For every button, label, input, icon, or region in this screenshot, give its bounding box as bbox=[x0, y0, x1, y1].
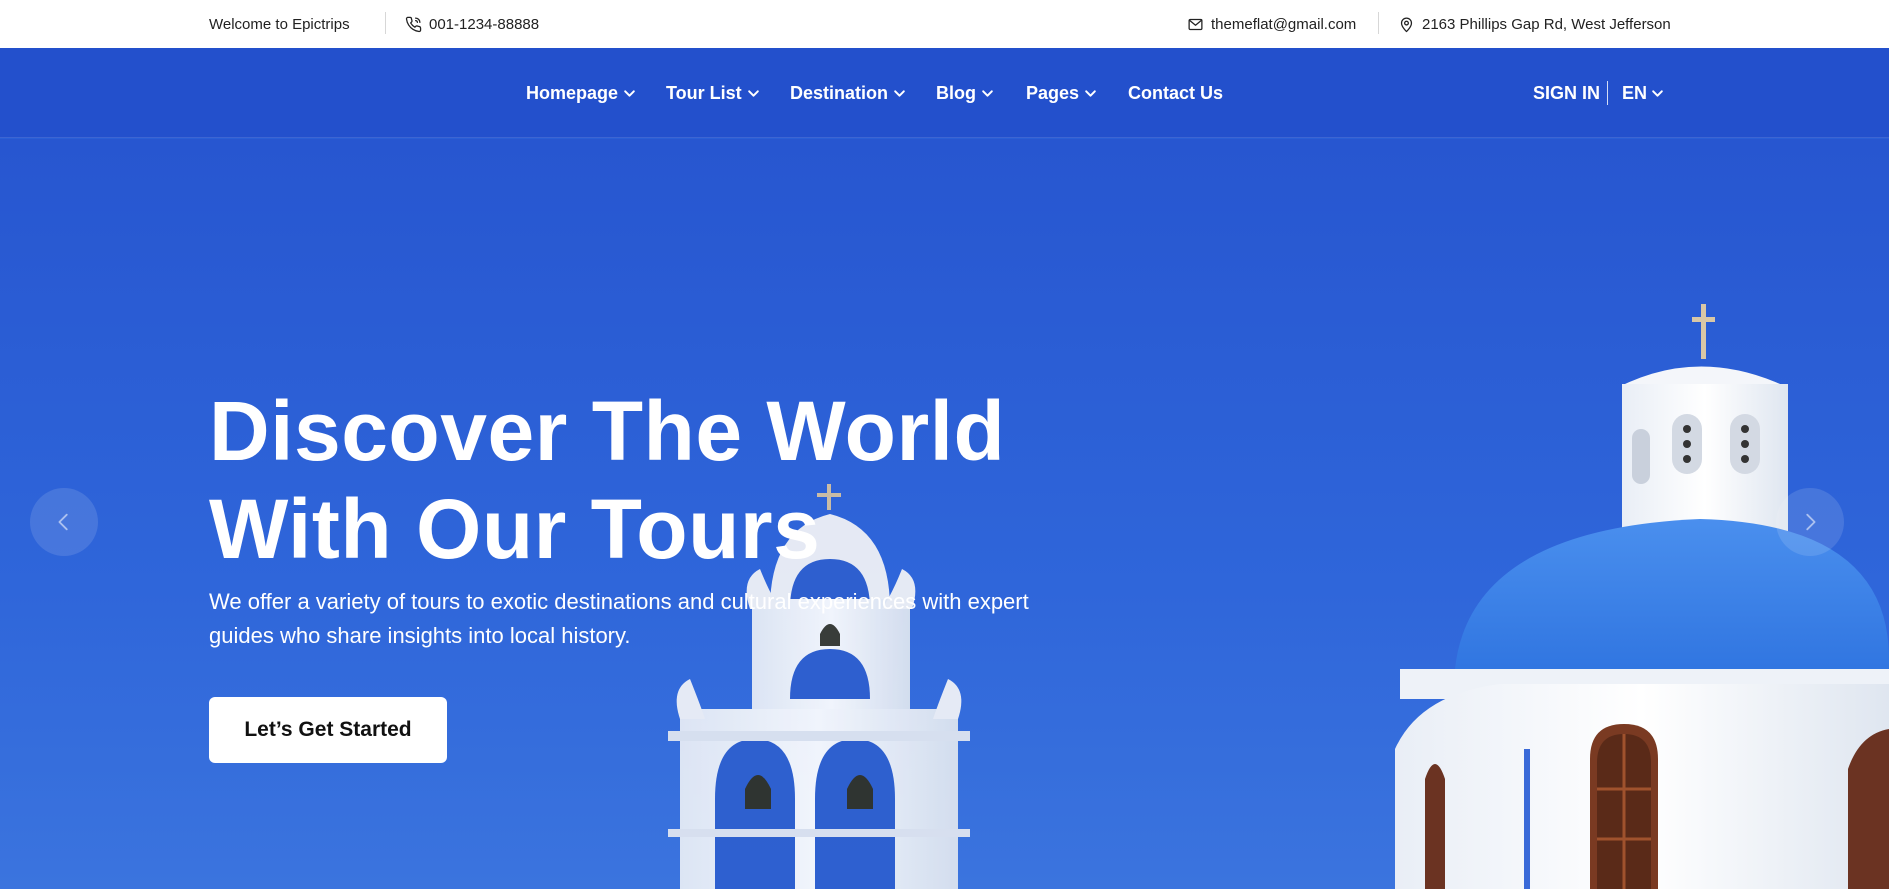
email-address: themeflat@gmail.com bbox=[1211, 15, 1357, 33]
sign-in-link[interactable]: SIGN IN bbox=[1533, 48, 1600, 138]
address-contact: 2163 Phillips Gap Rd, West Jefferson bbox=[1398, 0, 1671, 48]
chevron-left-icon bbox=[58, 513, 68, 531]
chevron-down-icon bbox=[894, 89, 905, 97]
phone-contact[interactable]: 001-1234-88888 bbox=[405, 0, 539, 48]
nav-item-pages[interactable]: Pages bbox=[1026, 48, 1097, 138]
nav-item-label: Contact Us bbox=[1128, 82, 1224, 103]
chevron-down-icon bbox=[1085, 89, 1096, 97]
hero-title-line: Discover The World bbox=[209, 384, 1006, 478]
mail-icon bbox=[1188, 18, 1203, 30]
nav-item-label: Destination bbox=[790, 82, 889, 103]
sign-in-label: SIGN IN bbox=[1533, 82, 1601, 103]
nav-item-label: Pages bbox=[1026, 82, 1080, 103]
map-pin-icon bbox=[1400, 17, 1413, 32]
welcome-label: Welcome to Epictrips bbox=[209, 15, 350, 33]
main-nav: Homepage Tour List Destination Blog Page… bbox=[0, 48, 1889, 138]
topbar-divider bbox=[1378, 12, 1379, 34]
nav-item-label: Tour List bbox=[666, 82, 742, 103]
phone-icon bbox=[405, 16, 422, 32]
phone-number: 001-1234-88888 bbox=[429, 15, 540, 33]
nav-divider bbox=[1607, 81, 1608, 105]
slider-next-button[interactable] bbox=[1776, 488, 1844, 556]
chevron-down-icon bbox=[747, 89, 759, 97]
topbar-divider bbox=[385, 12, 386, 34]
chevron-right-icon bbox=[1806, 513, 1816, 531]
nav-item-label: Homepage bbox=[526, 82, 619, 103]
hero-section: Discover The World With Our Tours We off… bbox=[0, 139, 1889, 889]
top-bar: Welcome to Epictrips 001-1234-88888 them… bbox=[0, 0, 1889, 48]
chevron-down-icon bbox=[1652, 89, 1663, 97]
email-contact[interactable]: themeflat@gmail.com bbox=[1187, 0, 1356, 48]
hero-subtitle-line: guides who share insights into local his… bbox=[209, 623, 631, 648]
hero-title-line: With Our Tours bbox=[209, 482, 821, 576]
nav-item-tour-list[interactable]: Tour List bbox=[666, 48, 760, 138]
hero-subtitle-line: We offer a variety of tours to exotic de… bbox=[209, 589, 1029, 614]
language-selector[interactable]: EN bbox=[1622, 48, 1664, 138]
chevron-down-icon bbox=[624, 89, 635, 97]
nav-item-label: Blog bbox=[936, 82, 976, 103]
get-started-button[interactable]: Let’s Get Started bbox=[209, 697, 447, 763]
nav-item-blog[interactable]: Blog bbox=[936, 48, 994, 138]
slider-prev-button[interactable] bbox=[30, 488, 98, 556]
chevron-down-icon bbox=[982, 89, 993, 97]
nav-item-homepage[interactable]: Homepage bbox=[526, 48, 636, 138]
welcome-text: Welcome to Epictrips bbox=[209, 0, 350, 48]
address-text: 2163 Phillips Gap Rd, West Jefferson bbox=[1422, 15, 1671, 33]
language-label: EN bbox=[1622, 82, 1648, 103]
nav-item-contact-us[interactable]: Contact Us bbox=[1128, 48, 1223, 138]
nav-item-destination[interactable]: Destination bbox=[790, 48, 906, 138]
hero-title: Discover The World With Our Tours bbox=[209, 382, 1109, 578]
hero-subtitle: We offer a variety of tours to exotic de… bbox=[209, 585, 1059, 653]
